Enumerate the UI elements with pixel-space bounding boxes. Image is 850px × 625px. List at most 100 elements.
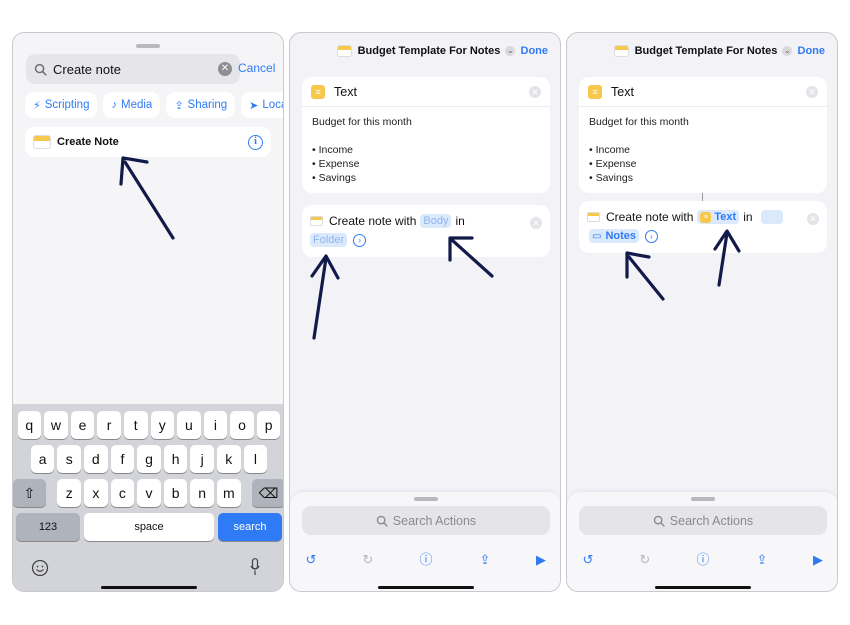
search-input[interactable]	[53, 61, 218, 77]
play-icon[interactable]: ▶	[810, 552, 826, 568]
key-m[interactable]: m	[216, 479, 241, 507]
folder-parameter[interactable]: Folder	[310, 233, 348, 247]
shift-key[interactable]: ⇧	[13, 479, 46, 507]
annotation-arrow	[625, 251, 665, 301]
key-q[interactable]: q	[17, 411, 42, 439]
text-content[interactable]: Budget for this month • Income • Expense…	[302, 107, 550, 193]
music-note-icon: ♪	[111, 99, 117, 111]
cancel-button[interactable]: Cancel	[238, 61, 275, 75]
body-parameter[interactable]: Body	[420, 214, 452, 228]
text-content[interactable]: Budget for this month • Income • Expense…	[579, 107, 827, 193]
key-t[interactable]: t	[123, 411, 148, 439]
text-line: • Income	[589, 144, 631, 156]
card-header: ≡ Text ✕	[302, 77, 550, 107]
text-action-card[interactable]: ≡ Text ✕ Budget for this month • Income …	[302, 77, 550, 193]
key-g[interactable]: g	[137, 445, 161, 473]
chevron-right-icon[interactable]: ›	[353, 233, 367, 247]
remove-icon[interactable]: ✕	[529, 85, 541, 98]
play-icon[interactable]: ▶	[533, 552, 549, 568]
key-r[interactable]: r	[97, 411, 121, 439]
chevron-right-icon[interactable]: ›	[645, 229, 659, 243]
letter-keys: zxcvbnm	[57, 479, 241, 507]
info-icon[interactable]: ⓘ	[695, 552, 711, 568]
create-note-result[interactable]: Create Note i	[25, 127, 271, 157]
microphone-icon[interactable]	[250, 558, 260, 576]
action-second-line: Folder ›	[310, 233, 367, 247]
chevron-down-icon[interactable]: ⌄	[782, 46, 793, 56]
create-note-action-card[interactable]: Create note with ≡ Text in ▭ Notes › ✕	[579, 201, 827, 253]
key-i[interactable]: i	[203, 411, 228, 439]
clear-circle-icon[interactable]: ✕	[218, 62, 232, 76]
editor-toolbar: ↺ ↻ ⓘ ⇪ ▶	[290, 552, 560, 572]
keyboard-row-1: qwertyuiop	[13, 411, 283, 439]
action-sentence: Create note with Body in	[310, 214, 465, 228]
remove-icon[interactable]: ✕	[807, 213, 819, 225]
redo-icon[interactable]: ↻	[637, 552, 653, 568]
in-label: in	[743, 210, 753, 224]
key-j[interactable]: j	[190, 445, 214, 473]
search-actions-field[interactable]: Search Actions	[302, 506, 550, 535]
create-note-action-card[interactable]: Create note with Body in Folder › ✕	[302, 205, 550, 257]
token-label: Text	[714, 211, 737, 223]
done-button[interactable]: Done	[521, 45, 549, 57]
key-v[interactable]: v	[137, 479, 161, 507]
key-e[interactable]: e	[70, 411, 95, 439]
share-icon[interactable]: ⇪	[477, 552, 493, 568]
notes-app-icon	[310, 216, 323, 226]
search-actions-field[interactable]: Search Actions	[579, 506, 827, 535]
key-z[interactable]: z	[57, 479, 82, 507]
key-y[interactable]: y	[150, 411, 175, 439]
chip-scripting[interactable]: ⚡ Scripting	[25, 92, 98, 118]
search-icon	[653, 515, 665, 527]
sheet-grabber[interactable]	[136, 44, 160, 48]
text-icon: ≡	[700, 211, 712, 223]
text-variable-token[interactable]: ≡ Text	[697, 210, 740, 224]
key-f[interactable]: f	[110, 445, 135, 473]
key-a[interactable]: a	[30, 445, 55, 473]
info-icon[interactable]: ⓘ	[418, 552, 434, 568]
info-icon[interactable]: i	[248, 134, 263, 150]
key-u[interactable]: u	[177, 411, 201, 439]
numbers-key[interactable]: 123	[16, 513, 80, 541]
key-l[interactable]: l	[243, 445, 268, 473]
chevron-down-icon[interactable]: ⌄	[505, 46, 516, 56]
key-k[interactable]: k	[216, 445, 241, 473]
text-line: • Savings	[589, 172, 633, 184]
key-p[interactable]: p	[256, 411, 281, 439]
space-key[interactable]: space	[84, 513, 214, 541]
sheet-grabber[interactable]	[691, 497, 715, 501]
chip-location[interactable]: ➤Loca	[241, 92, 283, 118]
key-x[interactable]: x	[84, 479, 108, 507]
share-icon[interactable]: ⇪	[754, 552, 770, 568]
search-field[interactable]: ✕	[26, 54, 240, 84]
chip-label: Media	[120, 99, 153, 111]
sheet-grabber[interactable]	[414, 497, 438, 501]
redo-icon[interactable]: ↻	[360, 552, 376, 568]
empty-parameter[interactable]	[760, 210, 783, 224]
emoji-icon[interactable]	[31, 559, 49, 577]
chip-label: Scripting	[44, 99, 90, 111]
key-s[interactable]: s	[57, 445, 82, 473]
undo-icon[interactable]: ↺	[303, 552, 319, 568]
chip-media[interactable]: ♪ Media	[103, 92, 161, 118]
shortcut-title[interactable]: Budget Template For Notes	[358, 45, 501, 57]
key-d[interactable]: d	[84, 445, 108, 473]
chip-sharing[interactable]: ⇪ Sharing	[166, 92, 236, 118]
backspace-key[interactable]: ⌫	[252, 479, 283, 507]
key-b[interactable]: b	[163, 479, 188, 507]
key-c[interactable]: c	[110, 479, 135, 507]
home-indicator	[655, 586, 751, 589]
search-icon	[376, 515, 388, 527]
remove-icon[interactable]: ✕	[530, 217, 542, 229]
key-w[interactable]: w	[44, 411, 68, 439]
key-h[interactable]: h	[163, 445, 188, 473]
text-action-card[interactable]: ≡ Text ✕ Budget for this month • Income …	[579, 77, 827, 193]
shortcut-title[interactable]: Budget Template For Notes	[635, 45, 778, 57]
key-n[interactable]: n	[190, 479, 214, 507]
search-key[interactable]: search	[218, 513, 282, 541]
key-o[interactable]: o	[230, 411, 254, 439]
remove-icon[interactable]: ✕	[806, 85, 818, 98]
undo-icon[interactable]: ↺	[580, 552, 596, 568]
folder-parameter[interactable]: ▭ Notes	[589, 229, 640, 243]
done-button[interactable]: Done	[798, 45, 826, 57]
